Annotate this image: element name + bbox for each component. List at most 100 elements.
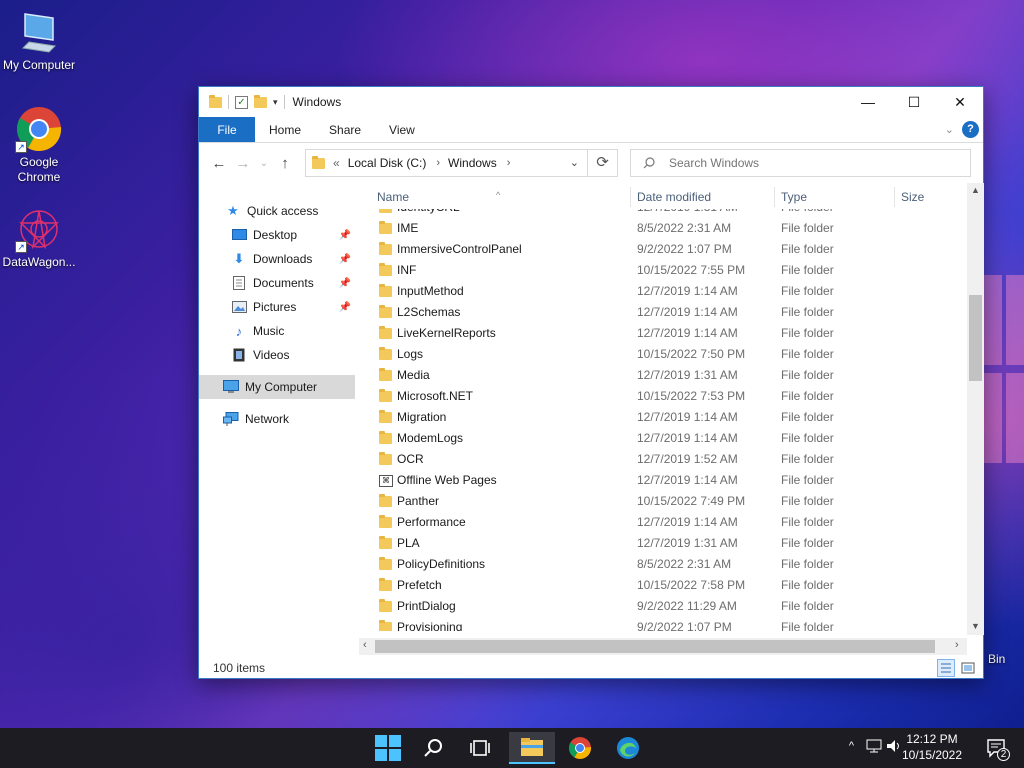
scroll-right-arrow-icon[interactable]: › bbox=[955, 639, 959, 651]
table-row[interactable]: ModemLogs 12/7/2019 1:14 AM File folder bbox=[359, 428, 967, 449]
scroll-up-arrow-icon[interactable]: ▲ bbox=[967, 185, 984, 195]
pin-icon[interactable]: 📌 bbox=[339, 278, 351, 289]
notification-center-icon[interactable]: 2 bbox=[986, 737, 1010, 761]
edge-icon[interactable] bbox=[608, 732, 648, 764]
up-button[interactable]: ↑ bbox=[273, 155, 297, 172]
recycle-bin-label[interactable]: Bin bbox=[988, 652, 1005, 666]
search-icon[interactable] bbox=[413, 732, 453, 764]
horizontal-scrollbar[interactable]: ‹ › bbox=[359, 638, 967, 655]
column-header-type[interactable]: Type bbox=[781, 190, 807, 204]
properties-icon[interactable]: ✓ bbox=[235, 95, 248, 109]
sidebar-item-downloads[interactable]: ⬇ Downloads 📌 bbox=[199, 247, 355, 271]
sidebar-item-pictures[interactable]: Pictures 📌 bbox=[199, 295, 355, 319]
pin-icon[interactable]: 📌 bbox=[339, 302, 351, 313]
network-status-icon[interactable] bbox=[866, 739, 882, 756]
minimize-button[interactable]: — bbox=[845, 87, 891, 117]
desktop-icon-datawagon[interactable]: ↗ DataWagon... bbox=[0, 205, 78, 270]
table-row[interactable]: Logs 10/15/2022 7:50 PM File folder bbox=[359, 344, 967, 365]
sidebar-item-documents[interactable]: Documents 📌 bbox=[199, 271, 355, 295]
refresh-button[interactable]: ⟳ bbox=[588, 149, 618, 177]
expand-ribbon-icon[interactable]: ⌄ bbox=[945, 123, 954, 136]
table-row[interactable]: Migration 12/7/2019 1:14 AM File folder bbox=[359, 407, 967, 428]
sidebar-item-quick-access[interactable]: ★ Quick access bbox=[199, 199, 355, 223]
table-row[interactable]: Performance 12/7/2019 1:14 AM File folder bbox=[359, 512, 967, 533]
folder-icon bbox=[379, 536, 392, 549]
file-name: Migration bbox=[397, 410, 447, 424]
breadcrumb-windows[interactable]: Windows bbox=[448, 156, 497, 170]
table-row[interactable]: ⌘ Offline Web Pages 12/7/2019 1:14 AM File … bbox=[359, 470, 967, 491]
table-row[interactable]: IME 8/5/2022 2:31 AM File folder bbox=[359, 218, 967, 239]
show-hidden-icons-icon[interactable]: ^ bbox=[849, 740, 854, 752]
tab-view[interactable]: View bbox=[375, 117, 429, 142]
sort-ascending-icon: ^ bbox=[496, 190, 501, 200]
table-row[interactable]: Panther 10/15/2022 7:49 PM File folder bbox=[359, 491, 967, 512]
new-folder-icon[interactable] bbox=[254, 94, 267, 108]
folder-icon bbox=[312, 155, 325, 169]
sidebar-item-music[interactable]: ♪ Music bbox=[199, 319, 355, 343]
sidebar-item-network[interactable]: Network bbox=[199, 407, 355, 431]
windows-start-icon[interactable] bbox=[368, 732, 408, 764]
file-name: Media bbox=[397, 368, 430, 382]
table-row[interactable]: INF 10/15/2022 7:55 PM File folder bbox=[359, 260, 967, 281]
maximize-button[interactable]: ☐ bbox=[891, 87, 937, 117]
large-icons-view-button[interactable] bbox=[959, 659, 977, 677]
table-row[interactable]: OCR 12/7/2019 1:52 AM File folder bbox=[359, 449, 967, 470]
scroll-left-arrow-icon[interactable]: ‹ bbox=[363, 639, 367, 651]
system-tray: ^ 12:12 PM 10/15/2022 2 bbox=[824, 728, 1024, 768]
table-row[interactable]: Prefetch 10/15/2022 7:58 PM File folder bbox=[359, 575, 967, 596]
desktop-icon-google-chrome[interactable]: ↗ Google Chrome bbox=[0, 105, 78, 185]
tab-share[interactable]: Share bbox=[315, 117, 375, 142]
address-dropdown-icon[interactable]: ⌄ bbox=[570, 156, 579, 169]
column-header-name[interactable]: Name bbox=[377, 190, 409, 204]
chevron-right-icon[interactable]: › bbox=[436, 157, 440, 169]
column-header-date[interactable]: Date modified bbox=[637, 190, 711, 204]
chrome-icon[interactable] bbox=[560, 732, 600, 764]
file-explorer-icon[interactable] bbox=[509, 732, 555, 764]
recent-locations-button[interactable]: ⌄ bbox=[255, 158, 273, 169]
table-row[interactable]: PrintDialog 9/2/2022 11:29 AM File folder bbox=[359, 596, 967, 617]
pin-icon[interactable]: 📌 bbox=[339, 254, 351, 265]
help-icon[interactable]: ? bbox=[962, 121, 979, 138]
tab-home[interactable]: Home bbox=[255, 117, 315, 142]
address-bar[interactable]: « Local Disk (C:) › Windows › ⌄ bbox=[305, 149, 588, 177]
table-row[interactable]: IdentityCRL 12/7/2019 1:31 AM File folder bbox=[359, 209, 967, 218]
search-input[interactable] bbox=[669, 156, 949, 170]
table-row[interactable]: InputMethod 12/7/2019 1:14 AM File folder bbox=[359, 281, 967, 302]
scrollbar-thumb[interactable] bbox=[375, 640, 935, 653]
breadcrumb-overflow[interactable]: « bbox=[333, 156, 340, 170]
table-row[interactable]: Provisioning 9/2/2022 1:07 PM File folder bbox=[359, 617, 967, 631]
chevron-right-icon[interactable]: › bbox=[507, 157, 511, 169]
tab-file[interactable]: File bbox=[199, 117, 255, 142]
sidebar-item-my-computer[interactable]: My Computer bbox=[199, 375, 355, 399]
table-row[interactable]: L2Schemas 12/7/2019 1:14 AM File folder bbox=[359, 302, 967, 323]
column-divider[interactable] bbox=[630, 187, 631, 207]
vertical-scrollbar[interactable]: ▲ ▼ bbox=[967, 183, 984, 635]
back-button[interactable]: ← bbox=[207, 155, 231, 172]
forward-button[interactable]: → bbox=[231, 155, 255, 172]
search-box[interactable] bbox=[630, 149, 971, 177]
table-row[interactable]: Microsoft.NET 10/15/2022 7:53 PM File fold… bbox=[359, 386, 967, 407]
column-header-size[interactable]: Size bbox=[901, 190, 924, 204]
breadcrumb-local-disk[interactable]: Local Disk (C:) bbox=[348, 156, 427, 170]
sidebar-item-desktop[interactable]: Desktop 📌 bbox=[199, 223, 355, 247]
table-row[interactable]: LiveKernelReports 12/7/2019 1:14 AM File f… bbox=[359, 323, 967, 344]
table-row[interactable]: PolicyDefinitions 8/5/2022 2:31 AM File fo… bbox=[359, 554, 967, 575]
table-row[interactable]: Media 12/7/2019 1:31 AM File folder bbox=[359, 365, 967, 386]
scrollbar-thumb[interactable] bbox=[969, 295, 982, 381]
title-bar[interactable]: ✓ ▾ Windows — ☐ ✕ bbox=[199, 87, 983, 117]
table-row[interactable]: ImmersiveControlPanel 9/2/2022 1:07 PM Fil… bbox=[359, 239, 967, 260]
customize-toolbar-icon[interactable]: ▾ bbox=[273, 97, 278, 108]
table-row[interactable]: PLA 12/7/2019 1:31 AM File folder bbox=[359, 533, 967, 554]
clock[interactable]: 12:12 PM 10/15/2022 bbox=[900, 731, 964, 763]
pin-icon[interactable]: 📌 bbox=[339, 230, 351, 241]
task-view-icon[interactable] bbox=[460, 732, 500, 764]
column-divider[interactable] bbox=[894, 187, 895, 207]
scroll-down-arrow-icon[interactable]: ▼ bbox=[967, 621, 984, 631]
details-view-button[interactable] bbox=[937, 659, 955, 677]
desktop-icon-my-computer[interactable]: My Computer bbox=[0, 8, 78, 73]
sidebar-item-videos[interactable]: Videos bbox=[199, 343, 355, 367]
sidebar-item-label: Music bbox=[253, 324, 285, 338]
close-button[interactable]: ✕ bbox=[937, 87, 983, 117]
column-divider[interactable] bbox=[774, 187, 775, 207]
network-icon bbox=[223, 411, 239, 427]
